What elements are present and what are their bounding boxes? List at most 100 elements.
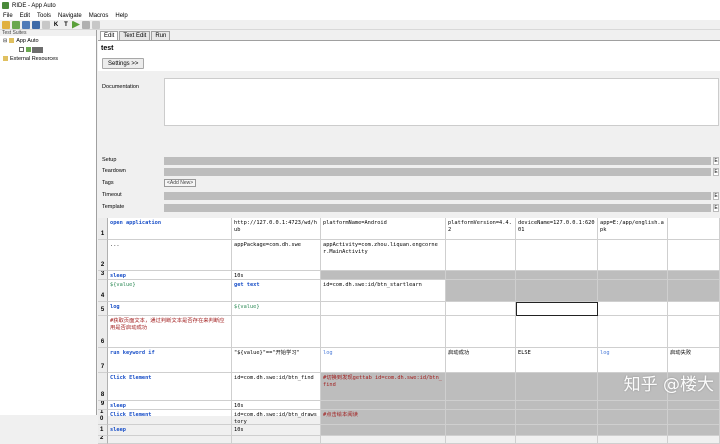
- menu-navigate[interactable]: Navigate: [58, 13, 82, 19]
- table-cell[interactable]: [446, 410, 516, 425]
- table-cell[interactable]: sleep: [108, 425, 232, 436]
- table-cell[interactable]: [516, 240, 598, 271]
- table-cell[interactable]: [668, 410, 720, 425]
- table-cell[interactable]: platformVersion=4.4.2: [446, 218, 516, 240]
- table-cell[interactable]: [321, 316, 446, 348]
- table-cell[interactable]: 启动成功: [446, 348, 516, 373]
- table-cell[interactable]: http://127.0.0.1:4723/wd/hub: [232, 218, 321, 240]
- table-cell[interactable]: [598, 316, 668, 348]
- table-cell[interactable]: log: [108, 302, 232, 316]
- table-cell[interactable]: [446, 373, 516, 401]
- table-cell[interactable]: [516, 373, 598, 401]
- row-header[interactable]: 9: [98, 401, 108, 410]
- table-cell[interactable]: [516, 316, 598, 348]
- table-cell[interactable]: [598, 401, 668, 410]
- menu-help[interactable]: Help: [115, 13, 127, 19]
- table-cell[interactable]: ${value}: [232, 302, 321, 316]
- row-header[interactable]: 3: [98, 271, 108, 280]
- stop-icon[interactable]: [82, 21, 90, 29]
- table-cell[interactable]: appActivity=com.zhou.liquan.engcorner.Ma…: [321, 240, 446, 271]
- row-header[interactable]: 10: [98, 410, 108, 425]
- table-cell[interactable]: 10s: [232, 425, 321, 436]
- table-cell[interactable]: sleep: [108, 401, 232, 410]
- table-cell[interactable]: [598, 410, 668, 425]
- table-cell[interactable]: Click Element: [108, 410, 232, 425]
- table-cell[interactable]: [446, 401, 516, 410]
- template-edit-button[interactable]: E: [713, 204, 719, 212]
- row-header[interactable]: 1: [98, 218, 108, 240]
- table-cell[interactable]: deviceName=127.0.0.1:62001: [516, 218, 598, 240]
- template-field[interactable]: [164, 204, 711, 212]
- pause-icon[interactable]: [92, 21, 100, 29]
- table-cell[interactable]: [446, 240, 516, 271]
- tab-run[interactable]: Run: [151, 31, 170, 40]
- table-cell[interactable]: 10s: [232, 271, 321, 280]
- table-cell[interactable]: id=com.dh.swe:id/btn_drawstory: [232, 410, 321, 425]
- table-cell[interactable]: [446, 436, 516, 444]
- search-icon[interactable]: [42, 21, 50, 29]
- table-cell[interactable]: [516, 401, 598, 410]
- teardown-edit-button[interactable]: E: [713, 168, 719, 176]
- table-cell[interactable]: ${value}: [108, 280, 232, 302]
- run-icon[interactable]: [72, 21, 80, 29]
- table-cell[interactable]: [598, 280, 668, 302]
- table-cell[interactable]: [668, 280, 720, 302]
- menu-file[interactable]: File: [3, 13, 13, 19]
- new-suite-icon[interactable]: [12, 21, 20, 29]
- table-cell[interactable]: [598, 425, 668, 436]
- row-header[interactable]: 2: [98, 240, 108, 271]
- tab-edit[interactable]: Edit: [100, 31, 118, 40]
- tree-item-external-resources[interactable]: External Resources: [0, 54, 96, 63]
- table-cell[interactable]: appPackage=com.dh.swe: [232, 240, 321, 271]
- table-cell[interactable]: [668, 302, 720, 316]
- row-header[interactable]: 6: [98, 316, 108, 348]
- table-cell[interactable]: #切换到发现gettab id=com.dh.swe:id/btn_find: [321, 373, 446, 401]
- table-cell[interactable]: [516, 271, 598, 280]
- table-cell[interactable]: [668, 401, 720, 410]
- timeout-field[interactable]: [164, 192, 711, 200]
- table-cell[interactable]: [668, 316, 720, 348]
- table-cell[interactable]: [446, 316, 516, 348]
- table-cell[interactable]: [321, 271, 446, 280]
- table-cell[interactable]: [516, 280, 598, 302]
- settings-button[interactable]: Settings >>: [102, 58, 144, 69]
- keyword-icon[interactable]: K: [52, 21, 60, 29]
- table-cell[interactable]: 10s: [232, 401, 321, 410]
- table-cell[interactable]: [598, 436, 668, 444]
- table-cell[interactable]: get text: [232, 280, 321, 302]
- documentation-field[interactable]: [164, 78, 719, 126]
- table-cell[interactable]: [232, 316, 321, 348]
- table-cell[interactable]: "${value}"=="开始学习": [232, 348, 321, 373]
- timeout-edit-button[interactable]: E: [713, 192, 719, 200]
- table-cell[interactable]: Click Element: [108, 373, 232, 401]
- row-header[interactable]: 5: [98, 302, 108, 316]
- table-cell[interactable]: [668, 271, 720, 280]
- table-cell[interactable]: #获取页面文本，通过判断文本是否存在来判断应用是否启动成功: [108, 316, 232, 348]
- table-cell[interactable]: sleep: [108, 271, 232, 280]
- table-cell[interactable]: ELSE: [516, 348, 598, 373]
- tree-item-selected[interactable]: [0, 45, 96, 54]
- row-header[interactable]: 11: [98, 425, 108, 436]
- table-cell[interactable]: [516, 436, 598, 444]
- setup-field[interactable]: [164, 157, 711, 165]
- table-cell[interactable]: [446, 425, 516, 436]
- table-cell[interactable]: [598, 271, 668, 280]
- table-cell[interactable]: [516, 425, 598, 436]
- teardown-field[interactable]: [164, 168, 711, 176]
- table-cell[interactable]: [668, 218, 720, 240]
- table-cell[interactable]: [321, 436, 446, 444]
- table-cell[interactable]: app=E:/app/english.apk: [598, 218, 668, 240]
- table-cell[interactable]: [321, 401, 446, 410]
- row-header[interactable]: 12: [98, 436, 108, 444]
- table-cell[interactable]: [232, 436, 321, 444]
- table-cell[interactable]: [668, 425, 720, 436]
- table-cell[interactable]: [516, 302, 598, 316]
- row-header[interactable]: 7: [98, 348, 108, 373]
- table-cell[interactable]: [446, 271, 516, 280]
- table-cell[interactable]: log: [321, 348, 446, 373]
- table-cell[interactable]: id=com.dh.swe:id/btn_startlearn: [321, 280, 446, 302]
- table-cell[interactable]: id=com.dh.swe:id/btn_find: [232, 373, 321, 401]
- text-icon[interactable]: T: [62, 21, 70, 29]
- tree-item-app-auto[interactable]: ⊟ App Auto: [0, 36, 96, 45]
- menu-edit[interactable]: Edit: [20, 13, 30, 19]
